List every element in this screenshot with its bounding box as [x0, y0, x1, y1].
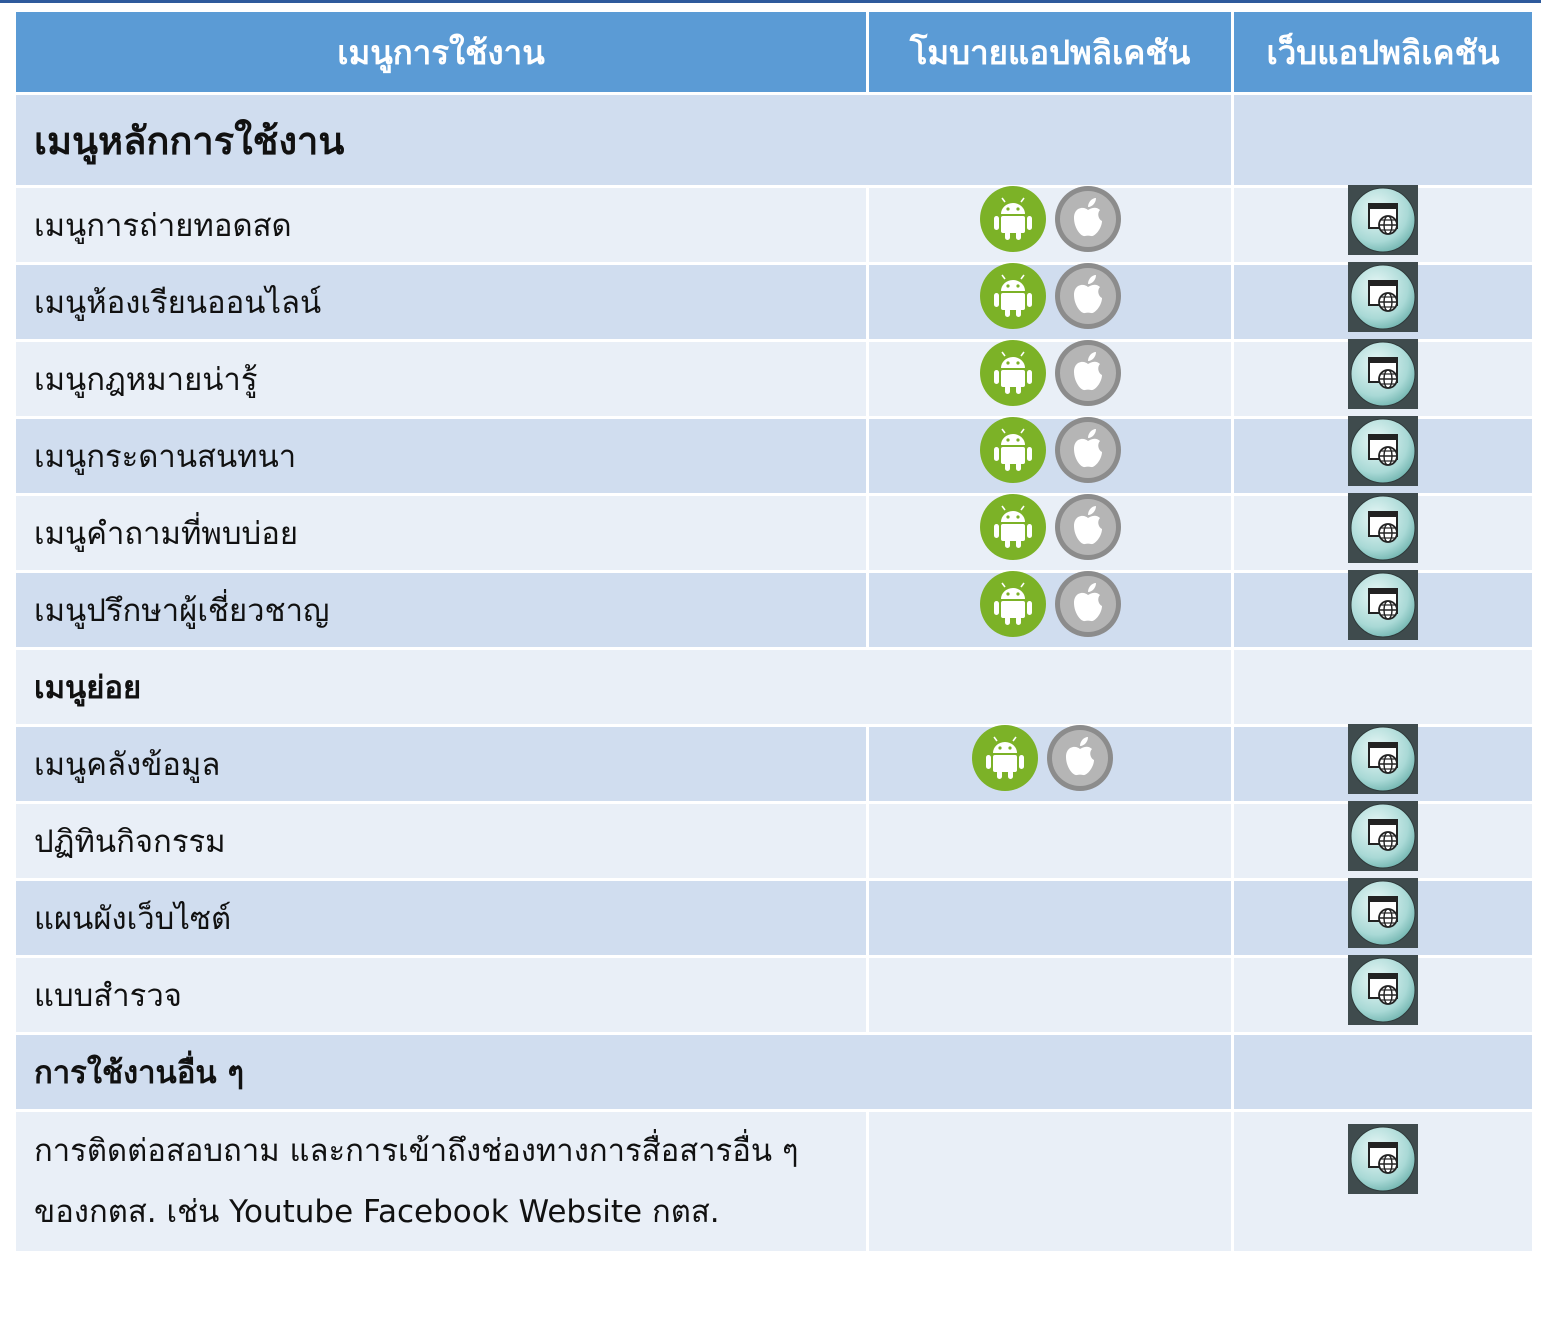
web-cell — [1231, 493, 1535, 573]
mobile-cell — [866, 493, 1234, 573]
header-menu: เมนูการใช้งาน — [13, 9, 869, 95]
web-cell — [1231, 416, 1535, 496]
web-application-icon — [1348, 1124, 1418, 1194]
android-icon — [979, 262, 1047, 330]
table-row: เมนูห้องเรียนออนไลน์ — [13, 262, 1535, 342]
web-cell — [1231, 570, 1535, 650]
web-application-icon — [1348, 878, 1418, 948]
menu-label: เมนูคลังข้อมูล — [13, 724, 869, 804]
mobile-cell — [866, 801, 1234, 881]
menu-label: เมนูกฎหมายน่ารู้ — [13, 339, 869, 419]
web-cell — [1231, 185, 1535, 265]
table-row: เมนูปรึกษาผู้เชี่ยวชาญ — [13, 570, 1535, 650]
section-title-other: การใช้งานอื่น ๆ — [13, 1032, 1234, 1112]
section-header-main: เมนูหลักการใช้งาน — [13, 92, 1535, 188]
web-cell — [1231, 339, 1535, 419]
section-empty-cell — [1231, 647, 1535, 727]
web-application-icon — [1348, 493, 1418, 563]
top-border-line — [0, 0, 1541, 3]
menu-label: การติดต่อสอบถาม และการเข้าถึงช่องทางการส… — [13, 1109, 869, 1254]
table-row: เมนูคลังข้อมูล — [13, 724, 1535, 804]
android-icon — [979, 570, 1047, 638]
apple-icon — [1046, 724, 1114, 792]
table-row: แผนผังเว็บไซต์ — [13, 878, 1535, 958]
mobile-cell — [866, 185, 1234, 265]
web-cell — [1231, 801, 1535, 881]
android-icon — [979, 416, 1047, 484]
section-title-main: เมนูหลักการใช้งาน — [13, 92, 1234, 188]
mobile-cell — [866, 416, 1234, 496]
web-application-icon — [1348, 570, 1418, 640]
web-cell — [1231, 878, 1535, 958]
table-row: ปฏิทินกิจกรรม — [13, 801, 1535, 881]
menu-label: แผนผังเว็บไซต์ — [13, 878, 869, 958]
apple-icon — [1054, 570, 1122, 638]
menu-label: เมนูคำถามที่พบบ่อย — [13, 493, 869, 573]
android-icon — [979, 493, 1047, 561]
table-row: แบบสำรวจ — [13, 955, 1535, 1035]
mobile-cell — [866, 570, 1234, 650]
web-cell — [1231, 724, 1535, 804]
menu-label: ปฏิทินกิจกรรม — [13, 801, 869, 881]
menu-label: เมนูปรึกษาผู้เชี่ยวชาญ — [13, 570, 869, 650]
menu-label-line-1: การติดต่อสอบถาม และการเข้าถึงช่องทางการส… — [34, 1132, 799, 1169]
section-header-sub: เมนูย่อย — [13, 647, 1535, 727]
web-application-icon — [1348, 801, 1418, 871]
web-application-icon — [1348, 416, 1418, 486]
web-cell — [1231, 262, 1535, 342]
menu-label: เมนูกระดานสนทนา — [13, 416, 869, 496]
mobile-cell — [866, 262, 1234, 342]
apple-icon — [1054, 493, 1122, 561]
apple-icon — [1054, 185, 1122, 253]
section-title-sub: เมนูย่อย — [13, 647, 1234, 727]
table-row: เมนูกระดานสนทนา — [13, 416, 1535, 496]
mobile-cell — [866, 878, 1234, 958]
web-application-icon — [1348, 339, 1418, 409]
web-application-icon — [1348, 955, 1418, 1025]
header-web-app: เว็บแอปพลิเคชัน — [1231, 9, 1535, 95]
menu-label: เมนูการถ่ายทอดสด — [13, 185, 869, 265]
section-header-other: การใช้งานอื่น ๆ — [13, 1032, 1535, 1112]
web-application-icon — [1348, 185, 1418, 255]
table-row: เมนูกฎหมายน่ารู้ — [13, 339, 1535, 419]
header-mobile-app: โมบายแอปพลิเคชัน — [866, 9, 1234, 95]
table-row: เมนูคำถามที่พบบ่อย — [13, 493, 1535, 573]
mobile-cell — [866, 339, 1234, 419]
menu-label-line-2: ของกตส. เช่น Youtube Facebook Website กต… — [34, 1193, 720, 1230]
android-icon — [971, 724, 1039, 792]
table-header-row: เมนูการใช้งาน โมบายแอปพลิเคชัน เว็บแอปพล… — [13, 9, 1535, 95]
mobile-cell — [866, 1109, 1234, 1254]
android-icon — [979, 185, 1047, 253]
web-cell — [1231, 1109, 1535, 1254]
mobile-cell — [866, 724, 1234, 804]
section-empty-cell — [1231, 1032, 1535, 1112]
menu-label: เมนูห้องเรียนออนไลน์ — [13, 262, 869, 342]
mobile-cell — [866, 955, 1234, 1035]
apple-icon — [1054, 339, 1122, 407]
apple-icon — [1054, 262, 1122, 330]
web-application-icon — [1348, 262, 1418, 332]
apple-icon — [1054, 416, 1122, 484]
table-row: การติดต่อสอบถาม และการเข้าถึงช่องทางการส… — [13, 1109, 1535, 1254]
android-icon — [979, 339, 1047, 407]
menu-label: แบบสำรวจ — [13, 955, 869, 1035]
section-empty-cell — [1231, 92, 1535, 188]
table-row: เมนูการถ่ายทอดสด — [13, 185, 1535, 265]
web-cell — [1231, 955, 1535, 1035]
web-application-icon — [1348, 724, 1418, 794]
menu-availability-table: เมนูการใช้งาน โมบายแอปพลิเคชัน เว็บแอปพล… — [13, 9, 1535, 1254]
